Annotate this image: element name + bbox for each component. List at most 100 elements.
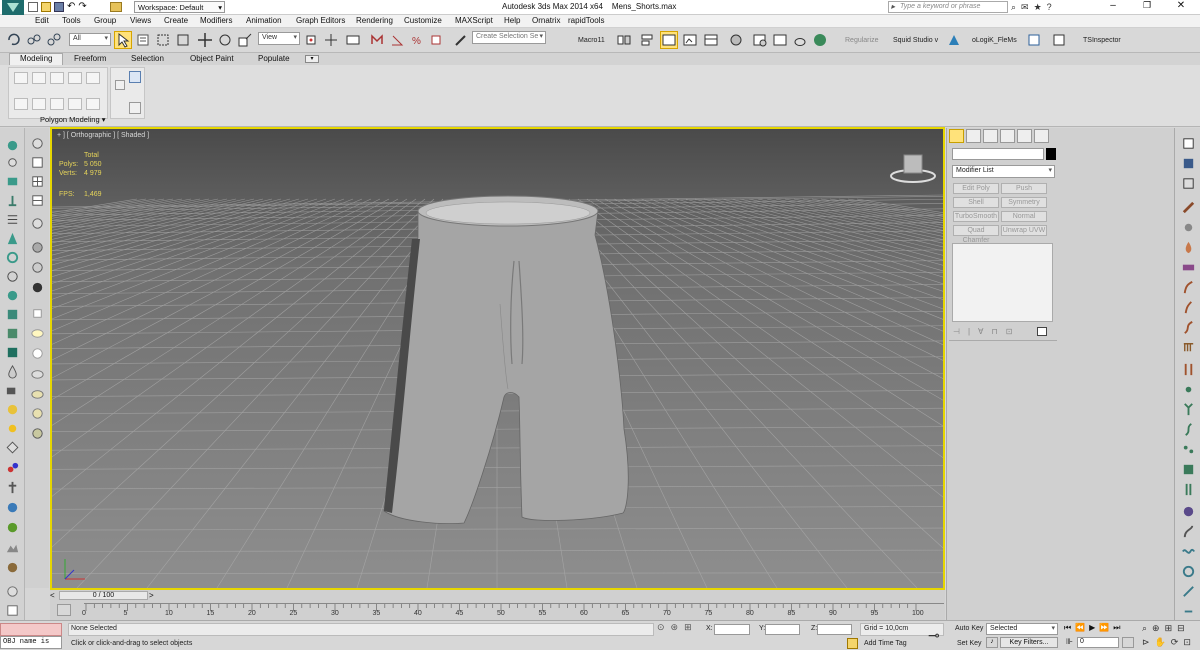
set-key-icon[interactable]: ⊸: [928, 627, 940, 644]
menu-rapidtools[interactable]: rapidTools: [568, 16, 604, 25]
show-end-result-icon[interactable]: |: [968, 327, 970, 336]
zoom-extents-all-icon[interactable]: ⊟: [1177, 623, 1185, 634]
cone-icon[interactable]: [3, 229, 21, 247]
zoom-extents-icon[interactable]: ⊞: [1165, 623, 1173, 634]
rt-grid-icon[interactable]: [1179, 174, 1197, 192]
menu-rendering[interactable]: Rendering: [356, 16, 393, 25]
modifier-list-select[interactable]: Modifier List: [952, 165, 1055, 178]
move-icon[interactable]: [196, 31, 214, 49]
maximize-viewport-icon[interactable]: ⊡: [1183, 637, 1191, 648]
configure-sets-icon[interactable]: ⊡: [1006, 327, 1013, 336]
zoom-icon[interactable]: ⌕: [1142, 623, 1147, 634]
play-icon[interactable]: ▶: [1089, 623, 1095, 633]
list-icon[interactable]: [3, 210, 21, 228]
window-crossing-icon[interactable]: [174, 31, 192, 49]
rt-guide-icon[interactable]: [1179, 360, 1197, 378]
rt-more-icon[interactable]: [1179, 602, 1197, 620]
menu-ornatrix[interactable]: Ornatrix: [532, 16, 560, 25]
maximize-button[interactable]: ❐: [1130, 0, 1164, 14]
time-next-icon[interactable]: >: [149, 591, 154, 600]
rt-window-icon[interactable]: [1179, 134, 1197, 152]
absolute-transform-icon[interactable]: ⊞: [684, 622, 692, 633]
rt-scatter-icon[interactable]: [1179, 440, 1197, 458]
macro-button[interactable]: Macro11: [578, 37, 605, 44]
favorites-icon[interactable]: ★: [1034, 2, 1042, 13]
modifier-turbosmooth-button[interactable]: TurboSmooth: [953, 211, 999, 222]
maxscript-listener-input[interactable]: OBJ name is: [0, 636, 62, 649]
add-time-tag-button[interactable]: Add Time Tag: [864, 640, 907, 647]
isolate-selection-icon[interactable]: ⊛: [671, 622, 679, 633]
open-mini-curve-editor-icon[interactable]: [57, 604, 71, 616]
orbit-icon[interactable]: [28, 278, 46, 296]
render-teapot-icon[interactable]: [791, 31, 809, 49]
search-input[interactable]: ▸ Type a keyword or phrase: [888, 1, 1008, 13]
walk-icon[interactable]: [28, 214, 46, 232]
save-file-icon[interactable]: [54, 2, 64, 12]
utilities-tab-icon[interactable]: [1034, 129, 1049, 143]
snap-toggle-icon[interactable]: [368, 31, 386, 49]
squid-studio-button[interactable]: Squid Studio v: [893, 37, 938, 44]
leaf-icon[interactable]: [3, 518, 21, 536]
key-set-selected-select[interactable]: Selected: [986, 623, 1058, 635]
unlink-icon[interactable]: [45, 31, 63, 49]
tab-object-paint[interactable]: Object Paint: [180, 54, 244, 65]
object-name-field[interactable]: [952, 148, 1044, 160]
pan-icon[interactable]: [28, 258, 46, 276]
new-file-icon[interactable]: [28, 2, 38, 12]
set-key-button[interactable]: Set Key: [957, 640, 982, 647]
select-manipulate-icon[interactable]: [322, 31, 340, 49]
ribbon-shrink-icon[interactable]: [32, 98, 46, 110]
rt-wrench-icon[interactable]: [1179, 218, 1197, 236]
create-tab-icon[interactable]: [949, 129, 964, 143]
selection-filter-select[interactable]: All: [69, 33, 111, 46]
open-file-icon[interactable]: [41, 2, 51, 12]
display-icon[interactable]: [3, 343, 21, 361]
rt-hair-icon[interactable]: [1179, 278, 1197, 296]
communication-icon[interactable]: ✉: [1021, 2, 1029, 13]
ribbon-border-icon[interactable]: [50, 72, 64, 84]
script-plugin-icon[interactable]: [1050, 31, 1068, 49]
rotate-icon[interactable]: [216, 31, 234, 49]
rt-link-icon[interactable]: [1179, 582, 1197, 600]
clay-tool-icon[interactable]: [28, 384, 46, 402]
ribbon-element-icon[interactable]: [86, 72, 100, 84]
menu-animation[interactable]: Animation: [246, 16, 282, 25]
align-icon[interactable]: [638, 31, 656, 49]
viewport-label[interactable]: + ] [ Orthographic ] [ Shaded ]: [57, 132, 149, 139]
viewport-orthographic[interactable]: + ] [ Orthographic ] [ Shaded ] Total Po…: [50, 127, 945, 590]
key-mode-toggle-icon[interactable]: ⊪: [1066, 637, 1074, 648]
configure-modifier-icon[interactable]: [1037, 327, 1047, 336]
material-editor-icon[interactable]: [727, 31, 745, 49]
select-and-link-icon[interactable]: [25, 31, 43, 49]
ribbon-panel-label[interactable]: Polygon Modeling ▾: [40, 115, 105, 124]
modifier-quad-chamfer-button[interactable]: Quad Chamfer: [953, 225, 999, 244]
rt-brush-icon[interactable]: [1179, 198, 1197, 216]
layout-quad-icon[interactable]: [28, 172, 46, 190]
tab-modeling[interactable]: Modeling: [9, 53, 64, 65]
reference-coordinate-select[interactable]: View: [258, 32, 300, 45]
expand-panel-icon[interactable]: [3, 601, 21, 619]
particle-icon[interactable]: [3, 458, 21, 476]
rt-flame-icon[interactable]: [1179, 238, 1197, 256]
field-of-view-icon[interactable]: ⊳: [1142, 637, 1150, 648]
x-coordinate-field[interactable]: [714, 624, 750, 635]
mirror-icon[interactable]: [615, 31, 633, 49]
ribbon-edge-icon[interactable]: [32, 72, 46, 84]
rt-node-icon[interactable]: [1179, 380, 1197, 398]
go-to-end-icon[interactable]: ⏭: [1113, 623, 1120, 633]
binoculars-icon[interactable]: ⌕: [1011, 2, 1016, 13]
geometry-icon[interactable]: [3, 172, 21, 190]
render-production-icon[interactable]: [811, 31, 829, 49]
app-logo-icon[interactable]: [2, 0, 24, 15]
menu-edit[interactable]: Edit: [35, 16, 49, 25]
maxscript-listener-pink[interactable]: [0, 623, 62, 636]
ring-icon[interactable]: [3, 267, 21, 285]
rt-block-icon[interactable]: [1179, 258, 1197, 276]
render-sphere-icon[interactable]: [3, 558, 21, 576]
ribbon-loop-icon[interactable]: [68, 98, 82, 110]
auto-key-button[interactable]: Auto Key: [955, 625, 983, 632]
spinner-snap-icon[interactable]: [428, 31, 446, 49]
project-folder-icon[interactable]: [110, 2, 122, 12]
rt-braid-icon[interactable]: [1179, 480, 1197, 498]
go-to-start-icon[interactable]: ⏮: [1064, 623, 1071, 633]
